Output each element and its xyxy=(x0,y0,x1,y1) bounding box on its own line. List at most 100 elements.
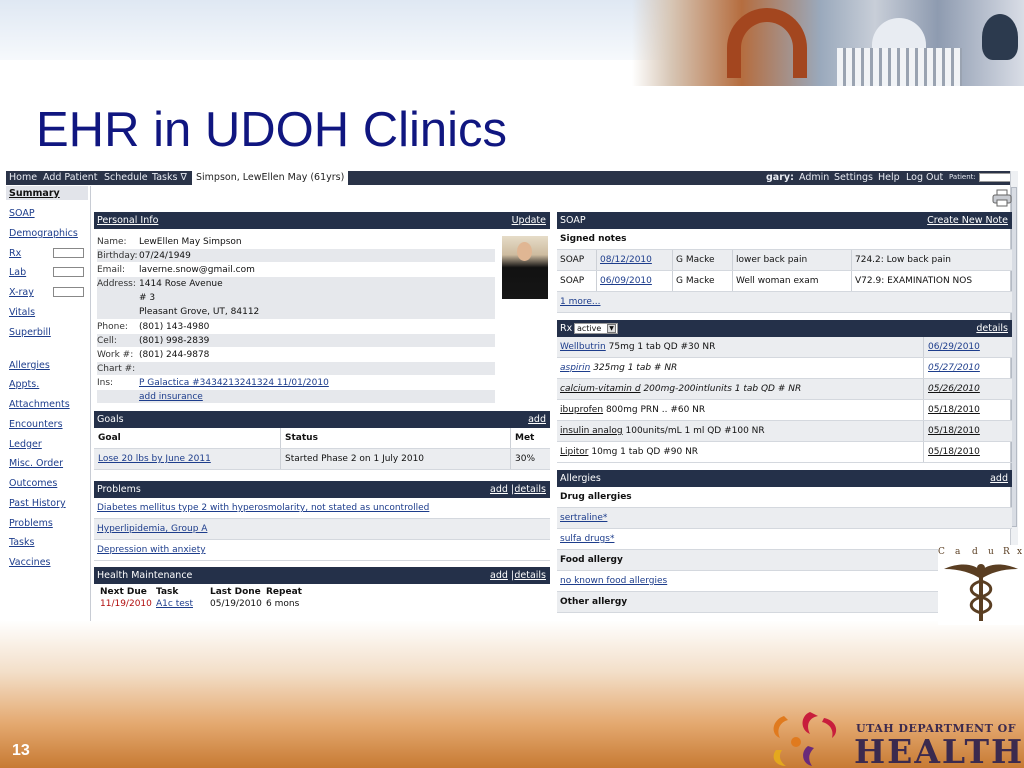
allergy-link[interactable]: sulfa drugs* xyxy=(560,534,614,544)
problems-panel: Problems add | details Diabetes mellitus… xyxy=(94,481,550,563)
sidebar-item-rx[interactable]: Rx xyxy=(9,248,21,259)
rx-date-link[interactable]: 05/26/2010 xyxy=(928,384,980,394)
health-maintenance-panel: Health Maintenance add | details Next Du… xyxy=(94,567,550,621)
sidebar-item-outcomes[interactable]: Outcomes xyxy=(9,478,57,489)
problem-link[interactable]: Diabetes mellitus type 2 with hyperosmol… xyxy=(97,503,429,513)
xray-count-box xyxy=(53,287,84,297)
nav-tasks[interactable]: Tasks ∇ xyxy=(152,172,187,183)
nav-help[interactable]: Help xyxy=(878,172,900,183)
sidebar-item-summary[interactable]: Summary xyxy=(9,188,60,199)
info-line-name: Name: LewEllen May Simpson xyxy=(97,237,242,247)
caduceus-icon xyxy=(944,564,1018,621)
rx-date-link[interactable]: 05/18/2010 xyxy=(928,447,980,457)
patient-photo xyxy=(502,236,548,299)
sidebar-item-appts[interactable]: Appts. xyxy=(9,379,39,390)
ehr-screenshot: Home Add Patient Schedule Tasks ∇ Simpso… xyxy=(6,171,1018,621)
personal-info-header: Personal Info Update xyxy=(94,212,550,229)
problems-add-link[interactable]: add xyxy=(490,484,508,495)
printer-icon[interactable] xyxy=(992,189,1012,207)
insurance-link[interactable]: P Galactica #3434213241324 11/01/2010 xyxy=(139,378,329,388)
sidebar-item-xray[interactable]: X-ray xyxy=(9,287,34,298)
nav-settings[interactable]: Settings xyxy=(834,172,873,183)
hm-task-link[interactable]: A1c test xyxy=(156,599,193,609)
soap-date-link[interactable]: 06/09/2010 xyxy=(600,276,652,286)
add-insurance-link[interactable]: add insurance xyxy=(139,392,203,402)
table-row: Lose 20 lbs by June 2011 Started Phase 2… xyxy=(94,449,550,470)
personal-info-title[interactable]: Personal Info xyxy=(97,215,158,226)
sidebar-divider xyxy=(90,186,91,621)
hm-details-link[interactable]: details xyxy=(514,570,546,581)
rx-date-link[interactable]: 06/29/2010 xyxy=(928,342,980,352)
nav-schedule[interactable]: Schedule xyxy=(104,172,148,183)
sidebar-item-misc-order[interactable]: Misc. Order xyxy=(9,458,63,469)
goals-title: Goals xyxy=(97,414,124,425)
more-notes-link[interactable]: 1 more... xyxy=(560,297,600,307)
info-line-phone: Phone: (801) 143-4980 xyxy=(97,322,210,332)
sidebar-item-demographics[interactable]: Demographics xyxy=(9,228,78,239)
sidebar-item-superbill[interactable]: Superbill xyxy=(9,327,51,338)
health-maintenance-title: Health Maintenance xyxy=(97,570,193,581)
create-new-note-link[interactable]: Create New Note xyxy=(927,215,1008,226)
goals-add-link[interactable]: add xyxy=(528,414,546,425)
nav-add-patient[interactable]: Add Patient xyxy=(43,172,98,183)
rx-drug-link[interactable]: aspirin xyxy=(560,363,590,373)
left-sidebar: Summary SOAP Demographics Rx Lab X-ray V… xyxy=(6,186,90,621)
rx-drug-link[interactable]: Wellbutrin xyxy=(560,342,606,352)
sidebar-item-tasks[interactable]: Tasks xyxy=(9,537,34,548)
nav-log-out[interactable]: Log Out xyxy=(906,172,943,183)
sidebar-item-lab[interactable]: Lab xyxy=(9,267,26,278)
update-link[interactable]: Update xyxy=(512,215,546,226)
sidebar-item-allergies[interactable]: Allergies xyxy=(9,360,50,371)
soap-date-link[interactable]: 08/12/2010 xyxy=(600,255,652,265)
chevron-down-icon[interactable]: ▼ xyxy=(607,324,616,333)
table-row: insulin analog 100units/mL 1 ml QD #100 … xyxy=(557,421,1012,442)
goal-link[interactable]: Lose 20 lbs by June 2011 xyxy=(98,454,211,464)
patient-search-label: Patient: xyxy=(949,173,976,181)
sidebar-item-attachments[interactable]: Attachments xyxy=(9,399,70,410)
problem-link[interactable]: Hyperlipidemia, Group A xyxy=(97,524,207,534)
rx-drug-link[interactable]: insulin analog xyxy=(560,426,623,436)
rx-details-link[interactable]: details xyxy=(976,323,1008,334)
sidebar-item-past-history[interactable]: Past History xyxy=(9,498,66,509)
hm-add-link[interactable]: add xyxy=(490,570,508,581)
rx-drug-link[interactable]: Lipitor xyxy=(560,447,588,457)
sidebar-item-problems[interactable]: Problems xyxy=(9,518,53,529)
info-line-insurance: Ins: P Galactica #3434213241324 11/01/201… xyxy=(97,378,329,388)
patient-search-input[interactable] xyxy=(979,173,1012,182)
lab-count-box xyxy=(53,267,84,277)
signed-notes-label-row: Signed notes xyxy=(557,229,1012,250)
rx-date-link[interactable]: 05/18/2010 xyxy=(928,426,980,436)
sidebar-item-vitals[interactable]: Vitals xyxy=(9,307,35,318)
rx-drug-link[interactable]: calcium-vitamin d xyxy=(560,384,641,394)
goals-column-headers: Goal Status Met xyxy=(94,428,550,449)
nav-home[interactable]: Home xyxy=(9,172,37,183)
sidebar-item-soap[interactable]: SOAP xyxy=(9,208,35,219)
goals-panel: Goals add Goal Status Met Lose 20 lbs by… xyxy=(94,411,550,475)
top-nav-bar: Home Add Patient Schedule Tasks ∇ Simpso… xyxy=(6,171,1018,185)
nav-admin[interactable]: Admin xyxy=(799,172,829,183)
rx-date-link[interactable]: 05/18/2010 xyxy=(928,405,980,415)
sidebar-item-vaccines[interactable]: Vaccines xyxy=(9,557,50,568)
capitol-building-image xyxy=(837,48,962,86)
problem-link[interactable]: Depression with anxiety xyxy=(97,545,206,555)
goals-header: Goals add xyxy=(94,411,550,428)
list-item: Depression with anxiety xyxy=(94,540,550,561)
sidebar-item-encounters[interactable]: Encounters xyxy=(9,419,63,430)
info-line-add-insurance: add insurance xyxy=(97,390,495,403)
problems-details-link[interactable]: details xyxy=(514,484,546,495)
cadurx-logo: C a d u R x xyxy=(938,545,1024,625)
info-line-cell: Cell: (801) 998-2839 xyxy=(97,334,495,347)
info-line-birthday: Birthday: 07/24/1949 xyxy=(97,249,495,262)
allergy-link[interactable]: no known food allergies xyxy=(560,576,667,586)
allergy-link[interactable]: sertraline* xyxy=(560,513,607,523)
problems-title: Problems xyxy=(97,484,141,495)
sidebar-item-ledger[interactable]: Ledger xyxy=(9,439,42,450)
health-maintenance-header: Health Maintenance add | details xyxy=(94,567,550,584)
soap-title: SOAP xyxy=(560,215,586,226)
rx-date-link[interactable]: 05/27/2010 xyxy=(928,363,980,373)
rx-drug-link[interactable]: ibuprofen xyxy=(560,405,603,415)
list-item: Hyperlipidemia, Group A xyxy=(94,519,550,540)
allergies-title: Allergies xyxy=(560,473,601,484)
patient-tab[interactable]: Simpson, LewEllen May (61yrs) xyxy=(192,171,349,185)
allergies-add-link[interactable]: add xyxy=(990,473,1008,484)
